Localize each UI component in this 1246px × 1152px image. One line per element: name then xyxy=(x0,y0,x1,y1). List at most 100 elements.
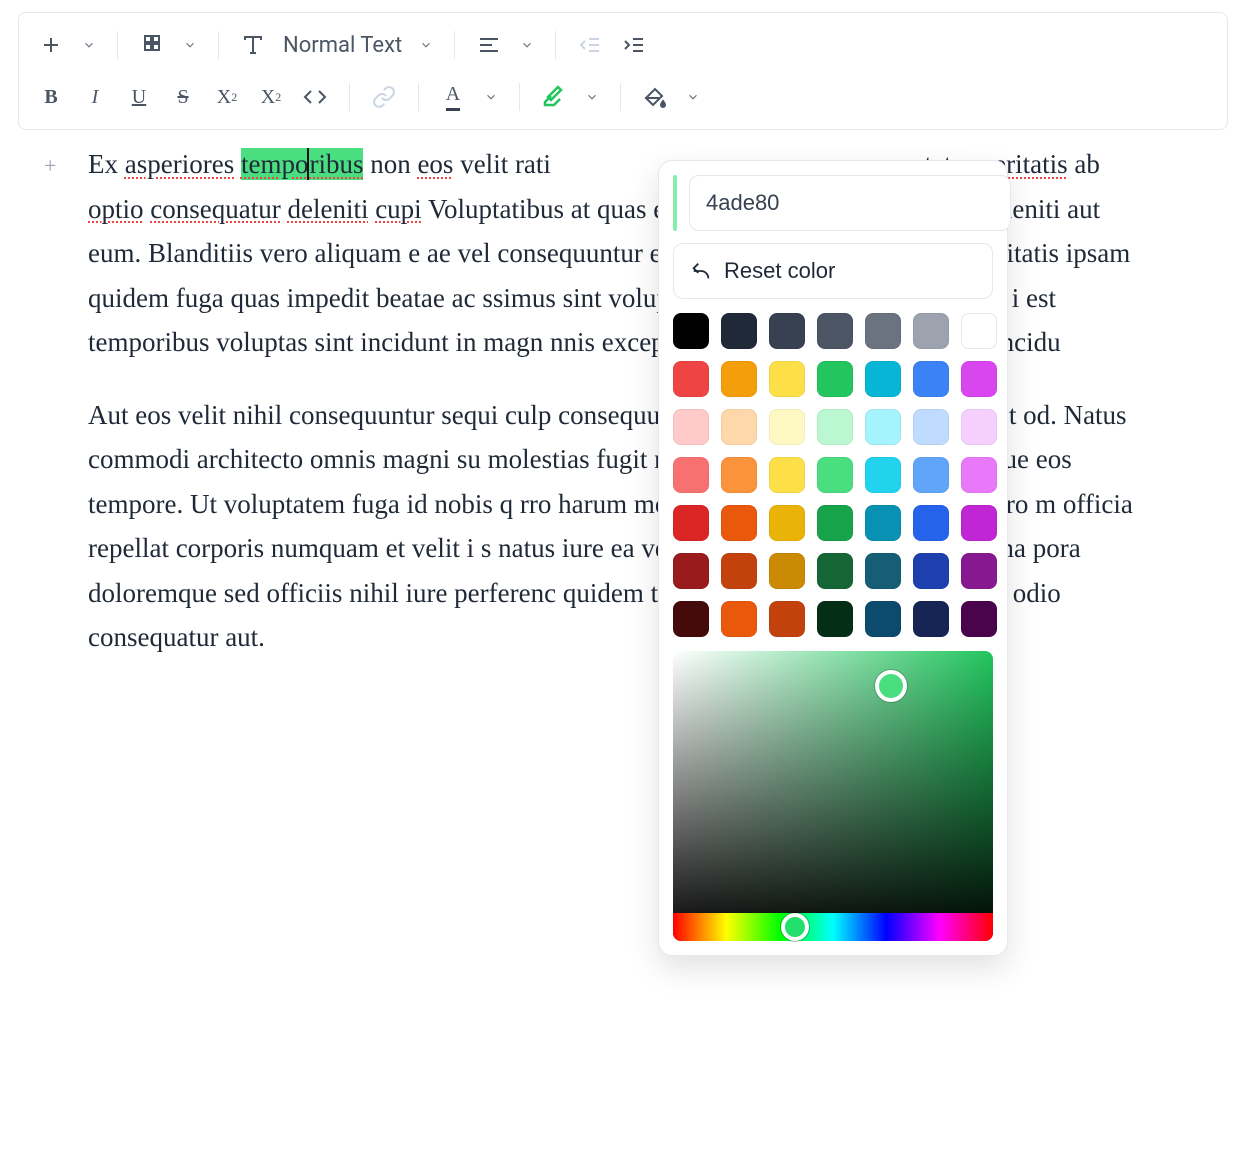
toolbar-row-2: B I U S X2 X2 A xyxy=(31,71,1215,123)
color-swatch[interactable] xyxy=(913,409,949,445)
strikethrough-button[interactable]: S xyxy=(163,77,203,117)
highlight-dropdown[interactable] xyxy=(578,90,606,104)
color-swatch[interactable] xyxy=(961,313,997,349)
highlighted-text[interactable]: ribus xyxy=(307,148,363,180)
separator xyxy=(218,31,219,59)
spell-error[interactable]: cupi xyxy=(375,194,422,224)
color-swatch[interactable] xyxy=(769,361,805,397)
highlight-button[interactable] xyxy=(534,77,574,117)
color-swatch[interactable] xyxy=(769,505,805,541)
color-swatch[interactable] xyxy=(721,457,757,493)
color-swatch[interactable] xyxy=(673,505,709,541)
bold-button[interactable]: B xyxy=(31,77,71,117)
separator xyxy=(620,83,621,111)
color-swatch[interactable] xyxy=(961,553,997,589)
color-swatch[interactable] xyxy=(913,313,949,349)
spell-error[interactable]: consequatur xyxy=(150,194,280,224)
color-swatch[interactable] xyxy=(721,553,757,589)
highlighted-text[interactable]: tempo xyxy=(241,148,309,180)
outdent-button xyxy=(570,25,610,65)
color-swatch[interactable] xyxy=(769,313,805,349)
gradient-cursor[interactable] xyxy=(875,670,907,702)
spell-error[interactable]: eos xyxy=(417,149,453,179)
color-swatch[interactable] xyxy=(961,505,997,541)
text-color-button[interactable]: A xyxy=(433,77,473,117)
spell-error[interactable]: asperiores xyxy=(125,149,234,179)
spell-error[interactable]: optio xyxy=(88,194,144,224)
superscript-button[interactable]: X2 xyxy=(251,77,291,117)
color-swatch[interactable] xyxy=(865,409,901,445)
color-swatch[interactable] xyxy=(913,361,949,397)
insert-dropdown[interactable] xyxy=(75,38,103,52)
color-swatch[interactable] xyxy=(913,601,949,637)
color-swatch[interactable] xyxy=(673,457,709,493)
saturation-value-picker[interactable] xyxy=(673,651,993,941)
color-swatch[interactable] xyxy=(817,409,853,445)
text[interactable]: Ex xyxy=(88,149,125,179)
align-button[interactable] xyxy=(469,25,509,65)
color-swatch[interactable] xyxy=(961,361,997,397)
color-swatch[interactable] xyxy=(673,553,709,589)
separator xyxy=(454,31,455,59)
color-swatch[interactable] xyxy=(673,361,709,397)
color-swatch[interactable] xyxy=(865,553,901,589)
fill-color-dropdown[interactable] xyxy=(679,90,707,104)
color-swatch[interactable] xyxy=(865,601,901,637)
color-swatch[interactable] xyxy=(865,457,901,493)
color-swatch[interactable] xyxy=(961,601,997,637)
underline-button[interactable]: U xyxy=(119,77,159,117)
insert-button[interactable] xyxy=(31,25,71,65)
hue-slider[interactable] xyxy=(673,913,993,941)
color-swatch[interactable] xyxy=(817,601,853,637)
code-button[interactable] xyxy=(295,77,335,117)
color-swatch[interactable] xyxy=(769,601,805,637)
text-color-dropdown[interactable] xyxy=(477,90,505,104)
block-type-dropdown[interactable] xyxy=(176,38,204,52)
spell-error[interactable]: deleniti xyxy=(287,194,368,224)
undo-icon xyxy=(690,260,712,282)
color-swatch[interactable] xyxy=(769,457,805,493)
color-swatch[interactable] xyxy=(721,409,757,445)
reset-color-button[interactable]: Reset color xyxy=(673,243,993,299)
hex-input[interactable] xyxy=(689,175,1011,231)
indent-button[interactable] xyxy=(614,25,654,65)
color-swatch[interactable] xyxy=(769,409,805,445)
color-swatch[interactable] xyxy=(913,505,949,541)
color-swatch[interactable] xyxy=(817,361,853,397)
italic-button[interactable]: I xyxy=(75,77,115,117)
color-swatch[interactable] xyxy=(721,601,757,637)
color-swatch[interactable] xyxy=(721,313,757,349)
color-swatch[interactable] xyxy=(673,409,709,445)
color-swatch[interactable] xyxy=(961,409,997,445)
color-swatch[interactable] xyxy=(817,457,853,493)
hue-cursor[interactable] xyxy=(781,913,809,941)
color-swatch[interactable] xyxy=(769,553,805,589)
color-grid xyxy=(673,313,993,637)
color-swatch[interactable] xyxy=(961,457,997,493)
color-swatch[interactable] xyxy=(913,553,949,589)
color-swatch[interactable] xyxy=(865,361,901,397)
color-swatch[interactable] xyxy=(721,505,757,541)
fill-color-button[interactable] xyxy=(635,77,675,117)
color-swatch[interactable] xyxy=(817,313,853,349)
color-swatch[interactable] xyxy=(721,361,757,397)
color-swatch[interactable] xyxy=(865,313,901,349)
color-swatch[interactable] xyxy=(865,505,901,541)
color-swatch[interactable] xyxy=(913,457,949,493)
text-style-label[interactable]: Normal Text xyxy=(277,33,408,58)
toolbar-row-1: Normal Text xyxy=(31,19,1215,71)
align-dropdown[interactable] xyxy=(513,38,541,52)
text-style-icon[interactable] xyxy=(233,25,273,65)
color-swatch[interactable] xyxy=(673,601,709,637)
text-style-dropdown[interactable] xyxy=(412,38,440,52)
add-line-button[interactable]: + xyxy=(44,148,56,184)
color-swatch[interactable] xyxy=(817,505,853,541)
current-color-swatch xyxy=(673,175,677,231)
color-swatch[interactable] xyxy=(673,313,709,349)
block-type-button[interactable] xyxy=(132,25,172,65)
color-swatch[interactable] xyxy=(817,553,853,589)
subscript-button[interactable]: X2 xyxy=(207,77,247,117)
editor-content[interactable]: + Ex asperiores temporibus non eos velit… xyxy=(0,142,1200,728)
separator xyxy=(519,83,520,111)
link-button xyxy=(364,77,404,117)
